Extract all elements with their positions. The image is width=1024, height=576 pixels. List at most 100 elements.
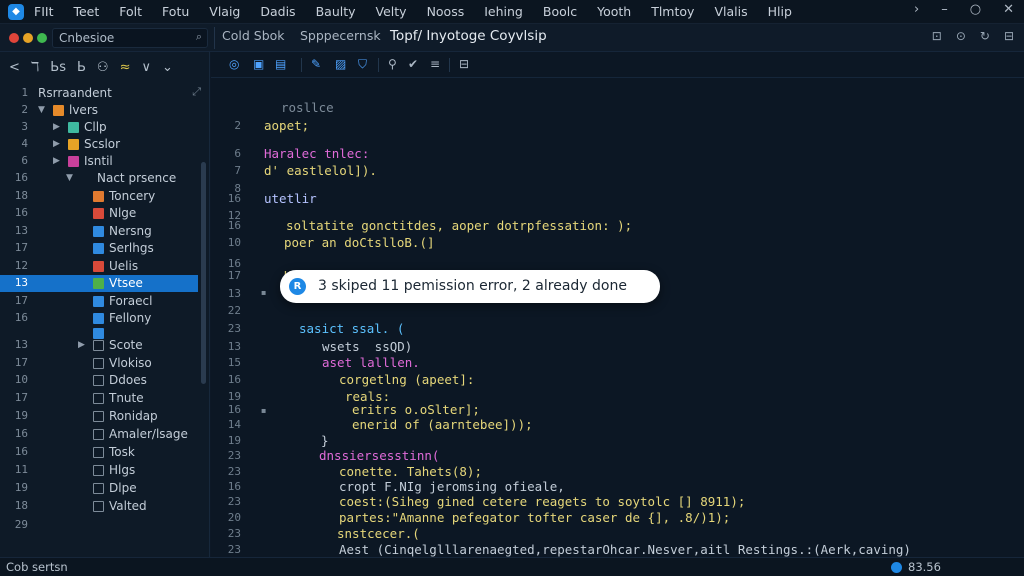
tree-item[interactable]: 17 Serlhgs [0, 240, 198, 257]
tab-spppecernsk[interactable]: Spppecernsk [300, 28, 381, 43]
notification-toast[interactable]: R 3 skiped 11 pemission error, 2 already… [280, 270, 660, 303]
doc-icon[interactable]: ▤ [275, 57, 286, 71]
tree-item[interactable]: 29 [0, 517, 198, 534]
tree-item[interactable]: 17 Foraecl [0, 293, 198, 310]
history-icon[interactable]: ⊙ [956, 29, 966, 43]
code-line[interactable]: wsets ssQD) [322, 339, 412, 354]
code-line[interactable]: aset lalllen. [322, 355, 420, 370]
tree-item[interactable]: 19 Dlpe [0, 480, 198, 497]
menu-item[interactable]: Folt [119, 4, 142, 19]
chevron-right-icon[interactable]: ▶ [53, 156, 60, 166]
code-line[interactable]: dnssiersesstinn( [319, 448, 439, 463]
menu-item[interactable]: Baulty [316, 4, 356, 19]
circle-icon[interactable]: ◎ [229, 57, 239, 71]
code-line[interactable]: eritrs o.oSlter]; [352, 402, 480, 417]
code-line[interactable]: rosllce [281, 100, 334, 115]
tree-item-selected[interactable]: 13 Vtsee [0, 275, 198, 292]
chevron-right-icon[interactable]: ▶ [78, 340, 85, 350]
wrench-icon[interactable]: ⚲ [388, 57, 397, 71]
code-line[interactable]: d' eastlelol]). [264, 163, 377, 178]
chevron-down-icon[interactable]: ▼ [66, 173, 73, 183]
sync-icon[interactable]: ↻ [980, 29, 990, 43]
tree-item[interactable]: 19 Ronidap [0, 408, 198, 425]
collapse-icon[interactable]: ℸ [31, 60, 39, 75]
shield-icon[interactable]: ⛉ [358, 57, 367, 72]
dropdown-icon[interactable]: ⌄ [162, 60, 173, 75]
menu-item[interactable]: Boolc [543, 4, 577, 19]
back-icon[interactable]: < [9, 60, 20, 75]
search-icon[interactable]: ⌕ [196, 30, 202, 44]
menu-item[interactable]: FIIt [34, 4, 53, 19]
code-line[interactable]: cropt F.NIg jeromsing ofieale, [339, 479, 565, 494]
check-icon[interactable]: ✔ [408, 57, 418, 71]
tab-active-file[interactable]: Topf/ Inyotoge Coyvlsip [390, 28, 547, 44]
tree-item[interactable]: 18 Valted [0, 498, 198, 515]
minimize-window-icon[interactable] [23, 33, 33, 43]
menu-item[interactable]: Tlmtoy [651, 4, 694, 19]
tree-item[interactable]: 17 Tnute [0, 390, 198, 407]
settings-icon[interactable]: ⚇ [97, 60, 109, 75]
tree-item[interactable]: 3 ▶ Cllp [0, 119, 198, 136]
chevron-right-icon[interactable]: › [914, 2, 919, 17]
code-line[interactable]: enerid of (aarntebee])); [352, 417, 533, 432]
menu-item[interactable]: Nooss [427, 4, 465, 19]
code-line[interactable]: corgetlng (apeet]: [339, 372, 474, 387]
new-folder-icon[interactable]: Ь [77, 60, 86, 75]
maximize-window-icon[interactable] [37, 33, 47, 43]
copy-icon[interactable]: ⊟ [459, 57, 469, 71]
split-icon[interactable]: ⊡ [932, 29, 942, 43]
code-line[interactable]: Aest (Cinqelglllarenaegted,repestarOhcar… [339, 542, 911, 557]
code-line[interactable]: utetlir [264, 191, 317, 206]
tree-item[interactable]: 13 ▶ Scote [0, 337, 198, 354]
code-line[interactable]: sasict ssal. ( [299, 321, 404, 336]
pen-icon[interactable]: ✎ [311, 57, 321, 71]
tree-item[interactable]: 16 Amaler/lsage [0, 426, 198, 443]
tree-item[interactable]: 17 Vlokiso [0, 355, 198, 372]
menu-item[interactable]: Velty [376, 4, 407, 19]
menu-item[interactable]: Yooth [597, 4, 631, 19]
app-logo-icon[interactable]: ◆ [8, 3, 24, 20]
list-icon[interactable]: ≡ [430, 57, 440, 71]
tab-cold-sbok[interactable]: Cold Sbok [222, 28, 285, 43]
restore-icon[interactable]: ○ [970, 2, 981, 17]
close-window-icon[interactable] [9, 33, 19, 43]
status-right-text[interactable]: 83.56 [908, 560, 941, 574]
tree-item[interactable]: 16 Nlge [0, 205, 198, 222]
code-line[interactable]: coest:(Siheg gined cetere reagets to soy… [339, 494, 745, 509]
code-line[interactable]: poer an doCtslloB.(] [284, 235, 435, 250]
tree-item[interactable]: 12 Uelis [0, 258, 198, 275]
minimize-icon[interactable]: – [941, 2, 948, 17]
sidebar-scrollbar[interactable] [201, 162, 206, 384]
tree-item[interactable]: 4 ▶ Scslor [0, 136, 198, 153]
menu-item[interactable]: Teet [73, 4, 99, 19]
code-line[interactable]: Haralec tnlec: [264, 146, 369, 161]
tree-item[interactable]: 13 Nersng [0, 223, 198, 240]
menu-item[interactable]: Dadis [260, 4, 295, 19]
code-line[interactable]: partes:"Amanne pefegator tofter caser de… [339, 510, 730, 525]
tree-item[interactable]: 16 Tosk [0, 444, 198, 461]
close-icon[interactable]: ✕ [1003, 2, 1014, 17]
code-line[interactable]: snstcecer.( [337, 526, 420, 541]
status-left-text[interactable]: Cob sertsn [6, 560, 68, 574]
new-file-icon[interactable]: Ьs [50, 60, 66, 75]
code-line[interactable]: } [321, 433, 329, 448]
menu-item[interactable]: Fotu [162, 4, 189, 19]
collapse-all-icon[interactable]: ⤢ [192, 85, 201, 99]
code-editor[interactable]: ◎ ▣ ▤ ✎ ▨ ⛉ ⚲ ✔ ≡ ⊟ rosllce 2 aopet; 6 Haralec tnlec:… [211, 52, 1024, 576]
chevron-right-icon[interactable]: ▶ [53, 122, 60, 132]
sidebar-search-input[interactable]: Cnbesioe ⌕ [52, 28, 208, 48]
tree-item[interactable]: 2 ▼ lvers [0, 102, 198, 119]
chevron-right-icon[interactable]: ▶ [53, 139, 60, 149]
menu-item[interactable]: Vlalis [714, 4, 747, 19]
code-line[interactable]: aopet; [264, 118, 309, 133]
menu-item[interactable]: Vlaig [209, 4, 240, 19]
code-line[interactable]: conette. Tahets(8); [339, 464, 482, 479]
fold-marker-icon[interactable]: ▪ [261, 406, 266, 415]
fold-marker-icon[interactable]: ▪ [261, 288, 266, 297]
menu-item[interactable]: Hlip [768, 4, 792, 19]
tree-item[interactable]: 16 ▼ Nact prsence [0, 170, 198, 187]
image-icon[interactable]: ▨ [335, 57, 346, 71]
tree-item[interactable]: 11 Hlgs [0, 462, 198, 479]
tree-item[interactable]: 18 Toncery [0, 188, 198, 205]
more-icon[interactable]: ⊟ [1004, 29, 1014, 43]
